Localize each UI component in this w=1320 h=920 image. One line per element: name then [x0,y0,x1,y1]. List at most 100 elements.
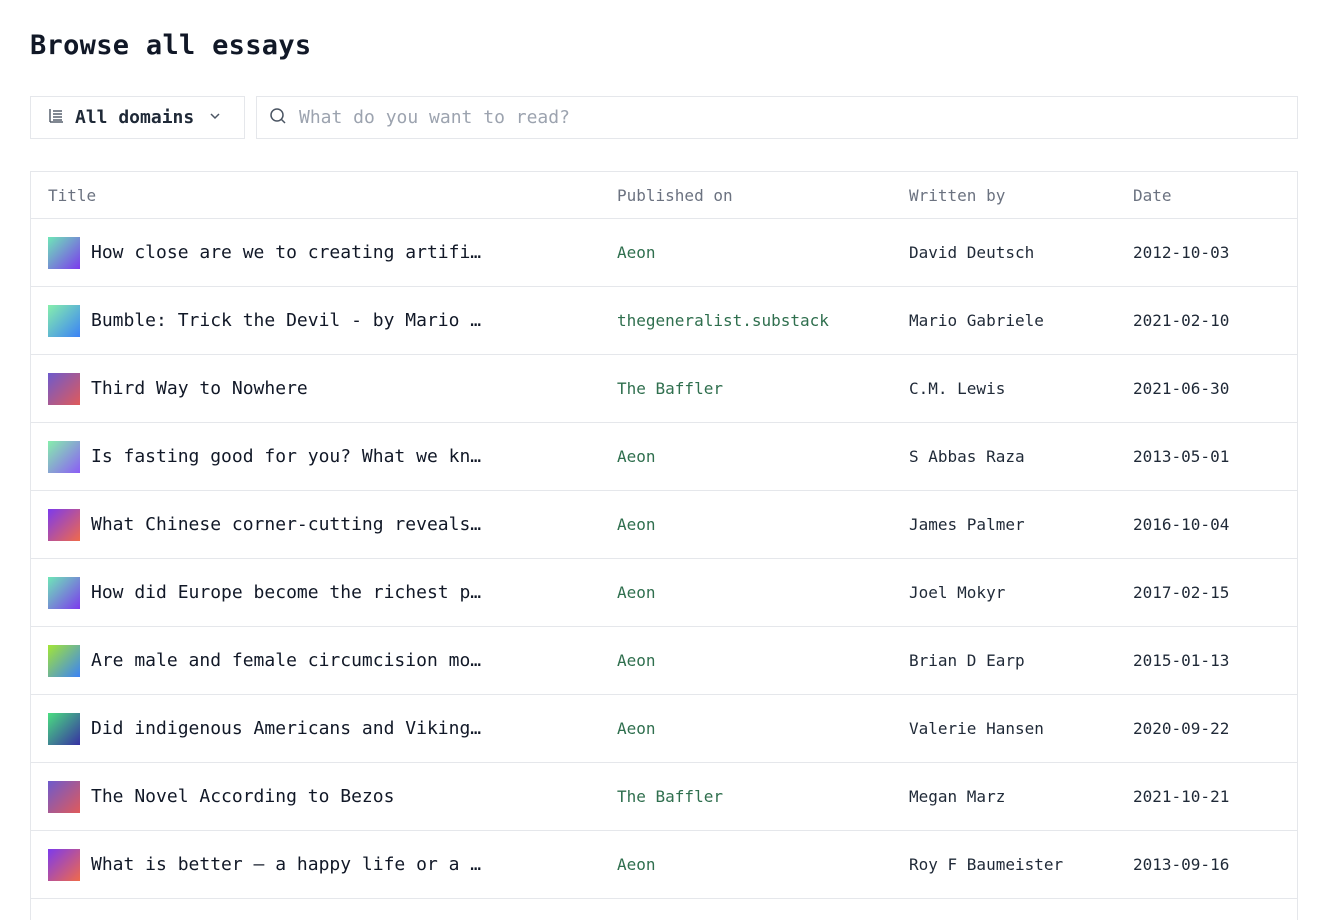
title-cell: The Novel According to Bezos [31,762,600,831]
publisher-cell: Aeon [600,422,892,491]
title-cell: Bumble: Trick the Devil - by Mario Gabri… [31,286,600,355]
essay-title[interactable]: The Novel According to Bezos [91,786,394,807]
table-row[interactable]: The Novel According to Bezos The Baffler M… [31,762,1297,831]
list-filter-icon [47,107,65,129]
title-wrapper: Did indigenous Americans and Vikings mee… [48,712,600,745]
essay-publisher[interactable]: Aeon [617,447,656,466]
essay-date: 2020-09-22 [1133,719,1230,738]
essay-title[interactable]: Did indigenous Americans and Vikings mee… [91,718,483,739]
author-cell: Mario Gabriele [892,286,1116,355]
essay-date: 2013-09-16 [1133,855,1230,874]
essay-publisher[interactable]: The Baffler [617,379,723,398]
table-row[interactable]: What is better – a happy life or a meani… [31,830,1297,899]
essay-title[interactable]: How did Europe become the richest part o… [91,582,483,603]
domain-filter-label: All domains [75,107,195,128]
essay-title[interactable]: Third Way to Nowhere [91,378,308,399]
essay-publisher[interactable]: Aeon [617,719,656,738]
publisher-cell: Aeon [600,626,892,695]
essay-publisher[interactable]: Aeon [617,515,656,534]
essay-publisher[interactable]: Aeon [617,651,656,670]
table-row[interactable]: Bumble: Trick the Devil - by Mario Gabri… [31,286,1297,355]
publisher-cell: The Baffler [600,354,892,423]
essay-author: James Palmer [909,515,1025,534]
essay-author: Megan Marz [909,787,1006,806]
essay-date: 2021-10-21 [1133,787,1230,806]
essay-thumbnail [48,304,80,337]
table-row[interactable]: Are male and female circumcision morally… [31,626,1297,695]
table-row[interactable]: How close are we to creating artificial … [31,218,1297,287]
domain-filter-dropdown[interactable]: All domains [30,96,245,139]
title-wrapper: The Novel According to Bezos [48,780,600,813]
essay-publisher[interactable]: The Baffler [617,787,723,806]
title-wrapper: Bumble: Trick the Devil - by Mario Gabri… [48,304,600,337]
title-wrapper: What is better – a happy life or a meani… [48,848,600,881]
date-cell: 2016-10-04 [1116,490,1297,559]
table-row[interactable]: Did indigenous Americans and Vikings mee… [31,694,1297,763]
table-row[interactable]: How did Europe become the richest part o… [31,558,1297,627]
essay-date: 2012-10-03 [1133,243,1230,262]
essay-title[interactable]: What is better – a happy life or a meani… [91,854,483,875]
publisher-cell: The Baffler [600,762,892,831]
essays-page: Browse all essays All domains What do yo… [0,0,1320,920]
author-cell: C.M. Lewis [892,354,1116,423]
essay-author: Brian D Earp [909,651,1025,670]
filter-bar: All domains [30,96,1298,139]
column-header-published-on[interactable]: Published on [600,172,892,219]
author-cell: Brian D Earp [892,626,1116,695]
title-wrapper: Are male and female circumcision morally… [48,644,600,677]
column-header-written-by[interactable]: Written by [892,172,1116,219]
search-box[interactable] [256,96,1298,139]
publisher-cell: Aeon [600,694,892,763]
title-cell: Is fasting good for you? What we know [31,422,600,491]
essay-author: C.M. Lewis [909,379,1006,398]
title-wrapper: Third Way to Nowhere [48,372,600,405]
publisher-cell: Aeon [600,490,892,559]
title-cell: Third Way to Nowhere [31,354,600,423]
publisher-cell: thegeneralist.substack [600,286,892,355]
publisher-cell: Aeon [600,218,892,287]
essay-date: 2017-02-15 [1133,583,1230,602]
essay-date: 2021-02-10 [1133,311,1230,330]
column-header-title[interactable]: Title [31,172,600,219]
essay-thumbnail [48,712,80,745]
date-cell: 2017-02-15 [1116,558,1297,627]
essay-title[interactable]: Is fasting good for you? What we know [91,446,483,467]
essay-publisher[interactable]: Aeon [617,583,656,602]
essay-title[interactable]: What Chinese corner-cutting reveals abou… [91,514,483,535]
essay-title[interactable]: Are male and female circumcision morally… [91,650,483,671]
title-wrapper: Is fasting good for you? What we know [48,440,600,473]
essay-author: Roy F Baumeister [909,855,1064,874]
essay-thumbnail [48,236,80,269]
author-cell: Roy F Baumeister [892,830,1116,899]
publisher-cell: Aeon [600,830,892,899]
table-row[interactable]: What Chinese corner-cutting reveals abou… [31,490,1297,559]
table-header-row: Title Published on Written by Date [31,172,1297,219]
search-input[interactable] [297,106,1297,129]
page-title: Browse all essays [30,30,312,61]
date-cell: 2012-10-03 [1116,218,1297,287]
table-row[interactable]: Third Way to Nowhere The Baffler C.M. Lewi… [31,354,1297,423]
essay-title[interactable]: Bumble: Trick the Devil - by Mario Gabri… [91,310,483,331]
title-wrapper: What Chinese corner-cutting reveals abou… [48,508,600,541]
essay-author: David Deutsch [909,243,1035,262]
essay-author: Mario Gabriele [909,311,1044,330]
essay-date: 2021-06-30 [1133,379,1230,398]
essay-publisher[interactable]: Aeon [617,855,656,874]
date-cell: 2013-09-16 [1116,830,1297,899]
date-cell: 2021-10-21 [1116,762,1297,831]
title-wrapper: How close are we to creating artificial … [48,236,600,269]
column-header-date[interactable]: Date [1116,172,1297,219]
date-cell: 2021-06-30 [1116,354,1297,423]
essay-thumbnail [48,576,80,609]
essay-publisher[interactable]: thegeneralist.substack [617,311,829,330]
essay-publisher[interactable]: Aeon [617,243,656,262]
author-cell: James Palmer [892,490,1116,559]
date-cell: 2015-01-13 [1116,626,1297,695]
essay-title[interactable]: How close are we to creating artificial … [91,242,483,263]
title-cell: How did Europe become the richest part o… [31,558,600,627]
essay-author: Joel Mokyr [909,583,1006,602]
table-row[interactable]: Is fasting good for you? What we know Aeo… [31,422,1297,491]
chevron-down-icon [208,108,222,127]
author-cell: Valerie Hansen [892,694,1116,763]
date-cell: 2013-05-01 [1116,422,1297,491]
